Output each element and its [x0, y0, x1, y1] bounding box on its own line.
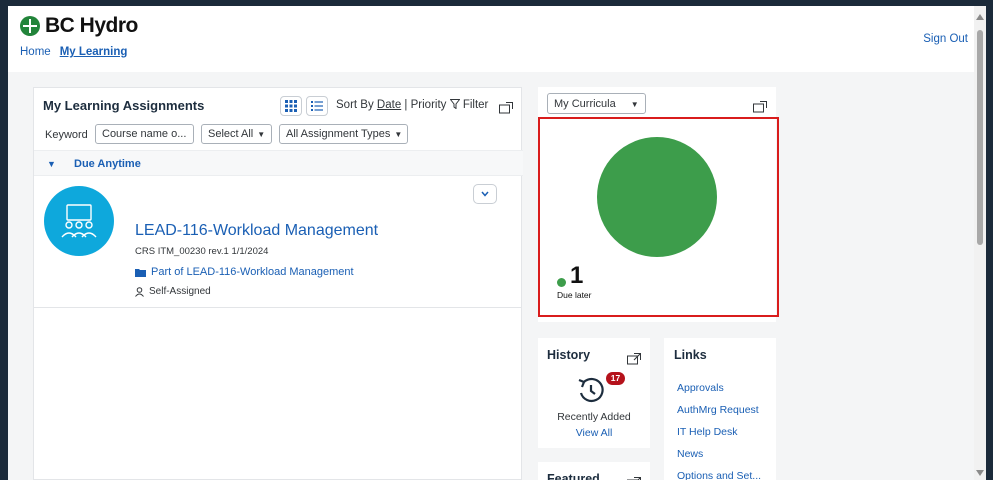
- curricula-pie-chart[interactable]: [596, 136, 718, 263]
- filter-button[interactable]: Filter: [449, 99, 489, 111]
- select-all-dropdown[interactable]: Select All ▼: [201, 124, 272, 144]
- assigned-status: Self-Assigned: [135, 286, 211, 297]
- chevron-down-icon: ▼: [630, 100, 639, 109]
- card-title: My Learning Assignments: [43, 98, 205, 113]
- sign-out-link[interactable]: Sign Out: [923, 33, 968, 45]
- filter-icon: [449, 99, 461, 110]
- logo-text: BC Hydro: [45, 14, 138, 37]
- chevron-down-icon: ▼: [257, 130, 266, 139]
- expand-card-icon[interactable]: [753, 101, 767, 113]
- curricula-dropdown[interactable]: My Curricula ▼: [547, 93, 646, 114]
- link-it-help-desk[interactable]: IT Help Desk: [677, 426, 738, 438]
- link-authmrg-request[interactable]: AuthMrg Request: [677, 404, 759, 416]
- sort-separator: |: [404, 99, 408, 111]
- legend-label: Due later: [557, 290, 592, 300]
- expand-card-icon[interactable]: [499, 102, 513, 114]
- history-card: History 17 Recently Added View All: [538, 338, 650, 448]
- pie-slice-due-later[interactable]: [597, 137, 717, 257]
- part-of-label: Part of LEAD-116-Workload Management: [151, 266, 354, 278]
- filter-label: Filter: [462, 99, 489, 111]
- assignment-types-label: All Assignment Types: [286, 128, 391, 140]
- folder-icon: [135, 268, 146, 277]
- featured-card: Featured: [538, 462, 650, 480]
- chevron-down-icon: ▼: [394, 130, 403, 139]
- legend-dot: [557, 278, 566, 287]
- link-options-and-settings[interactable]: Options and Set...: [677, 470, 761, 480]
- assigned-label: Self-Assigned: [149, 286, 211, 297]
- assignment-types-dropdown[interactable]: All Assignment Types ▼: [279, 124, 408, 144]
- breadcrumb-home[interactable]: Home: [20, 46, 51, 58]
- sort-by-label: Sort By: [336, 99, 374, 111]
- course-title-link[interactable]: LEAD-116-Workload Management: [135, 222, 378, 240]
- breadcrumb: Home My Learning: [20, 46, 127, 58]
- legend-value: 1: [570, 262, 584, 289]
- page-scrollbar[interactable]: [974, 6, 986, 480]
- classroom-icon: [61, 204, 97, 238]
- item-actions-button[interactable]: [473, 184, 497, 204]
- sort-date-option[interactable]: Date: [377, 99, 401, 111]
- page-frame: BC Hydro Home My Learning Sign Out My Le…: [8, 6, 986, 480]
- main-content: My Learning Assignments Sort By Date | P…: [8, 72, 974, 480]
- grid-view-button[interactable]: [280, 96, 302, 116]
- chevron-down-icon: [481, 191, 489, 197]
- link-approvals[interactable]: Approvals: [677, 382, 724, 394]
- breadcrumb-my-learning[interactable]: My Learning: [60, 46, 128, 58]
- filter-bar: Keyword Course name o... Select All ▼ All…: [34, 122, 523, 146]
- links-title: Links: [674, 348, 707, 362]
- curricula-label: My Curricula: [554, 98, 616, 110]
- keyword-label: Keyword: [45, 129, 88, 141]
- grid-view-icon: [285, 100, 297, 112]
- course-code: CRS ITM_00230 rev.1 1/1/2024: [135, 246, 269, 257]
- history-title: History: [547, 348, 591, 362]
- featured-title: Featured: [547, 472, 600, 480]
- sort-controls: Sort By Date | Priority Filter: [336, 99, 488, 111]
- group-label: Due Anytime: [74, 158, 141, 170]
- part-of-link[interactable]: Part of LEAD-116-Workload Management: [135, 266, 354, 278]
- app-header: BC Hydro Home My Learning Sign Out: [8, 6, 986, 72]
- scroll-down-icon[interactable]: [976, 470, 984, 476]
- list-view-button[interactable]: [306, 96, 328, 116]
- assignment-item: LEAD-116-Workload Management CRS ITM_002…: [34, 176, 521, 308]
- keyword-placeholder: Course name o...: [102, 128, 187, 140]
- history-icon: [576, 375, 606, 405]
- pie-chart-svg: [597, 137, 717, 257]
- due-anytime-group[interactable]: ▼ Due Anytime: [34, 150, 523, 176]
- select-all-label: Select All: [208, 128, 254, 140]
- chevron-down-icon[interactable]: ▼: [47, 159, 56, 169]
- course-icon: [44, 186, 114, 256]
- curricula-chart-highlight: 1 Due later: [538, 117, 779, 317]
- external-link-icon[interactable]: [627, 353, 641, 365]
- bc-hydro-logo-icon: [20, 16, 40, 36]
- recently-added-label: Recently Added: [557, 411, 631, 423]
- learning-assignments-card: My Learning Assignments Sort By Date | P…: [33, 87, 523, 480]
- person-icon: [135, 286, 144, 297]
- links-card: Links Approvals AuthMrg Request IT Help …: [664, 338, 776, 480]
- scrollbar-thumb[interactable]: [977, 30, 983, 245]
- history-count-badge: 17: [606, 372, 625, 385]
- list-view-icon: [311, 101, 323, 111]
- link-news[interactable]: News: [677, 448, 703, 460]
- keyword-input[interactable]: Course name o...: [95, 124, 194, 144]
- sort-priority-option[interactable]: Priority: [411, 99, 447, 111]
- scroll-up-icon[interactable]: [976, 14, 984, 20]
- view-all-link[interactable]: View All: [538, 427, 650, 439]
- bc-hydro-logo[interactable]: BC Hydro: [20, 14, 138, 38]
